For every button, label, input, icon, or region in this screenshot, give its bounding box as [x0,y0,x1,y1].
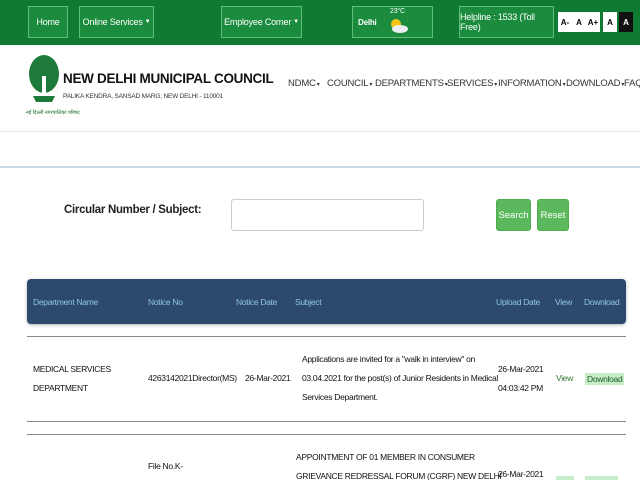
caret-down-icon: ▾ [316,82,320,88]
sun-cloud-icon [391,19,408,33]
upload-date-cell: 26-Mar-2021 [498,469,544,479]
organization-address: PALIKA KENDRA, SANSAD MARG, NEW DELHI - … [63,93,223,100]
home-button[interactable]: Home [28,6,68,38]
department-cell: MEDICAL SERVICES DEPARTMENT [33,360,111,398]
caret-down-icon: ▾ [369,82,373,88]
nav-item-faq[interactable]: FAQ [624,78,640,89]
nav-label: INFORMATION [498,78,562,89]
chevron-down-icon: ▼ [144,19,151,25]
column-header-upload-date[interactable]: Upload Date [496,297,540,307]
department-line: DEPARTMENT [33,383,88,393]
font-decrease-button[interactable]: A- [558,12,572,32]
download-button[interactable]: Download [585,373,625,385]
notice-date-cell: 26-Mar-2021 [245,373,291,383]
download-button-partial[interactable] [585,476,618,480]
nav-label: DOWNLOAD [566,78,621,89]
column-header-subject[interactable]: Subject [295,297,322,307]
nav-item-council[interactable]: COUNCIL▾ [327,78,372,89]
notice-no-cell: File No.K- [148,461,183,471]
reset-button[interactable]: Reset [537,199,569,231]
subject-cell: APPOINTMENT OF 01 MEMBER IN CONSUMER GRI… [296,448,502,480]
nav-item-services[interactable]: SERVICES▾ [447,78,497,89]
caret-down-icon: ▾ [494,82,498,88]
online-services-label: Online Services [82,17,143,27]
weather-temp: 23°C [390,8,405,15]
subject-line: APPOINTMENT OF 01 MEMBER IN CONSUMER [296,452,475,462]
row-divider [27,336,626,337]
view-button-partial[interactable] [556,476,574,480]
search-button[interactable]: Search [496,199,531,231]
upload-time-line: 04:03:42 PM [498,383,543,393]
view-link[interactable]: View [556,369,573,388]
online-services-button[interactable]: Online Services ▼ [79,6,154,38]
department-line: MEDICAL SERVICES [33,364,111,374]
contrast-light-button[interactable]: A [603,12,617,32]
caret-down-icon: ▾ [562,82,566,88]
nav-label: FAQ [624,78,640,89]
logo-subtext: नई दिल्ली नगरपालिका परिषद [26,110,80,116]
column-header-notice-no[interactable]: Notice No [148,297,183,307]
column-header-view[interactable]: View [555,297,572,307]
ndmc-logo-icon[interactable] [28,54,60,106]
row-divider [27,434,626,435]
weather-city: Delhi [358,17,377,27]
employee-corner-label: Employee Corner [224,17,292,27]
column-header-department[interactable]: Department Name [33,297,98,307]
weather-widget: Delhi 23°C [352,6,433,38]
font-normal-button[interactable]: A [572,12,586,32]
nav-item-departments[interactable]: DEPARTMENTS▾ [375,78,448,89]
organization-name[interactable]: NEW DELHI MUNICIPAL COUNCIL [63,71,274,86]
nav-label: SERVICES [447,78,494,89]
helpline-button[interactable]: Helpline : 1533 (Toll Free) [459,6,554,38]
font-increase-button[interactable]: A+ [586,12,600,32]
column-header-download[interactable]: Download [584,297,620,307]
subject-line: Services Department. [302,392,378,402]
circular-search-input[interactable] [231,199,424,231]
row-divider [27,421,626,422]
subject-line: Applications are invited for a "walk in … [302,354,475,364]
subject-cell: Applications are invited for a "walk in … [302,350,498,407]
notice-no-cell: 4263142021Director(MS) [148,373,237,383]
nav-label: COUNCIL [327,78,369,89]
nav-item-information[interactable]: INFORMATION▾ [498,78,566,89]
table-header: Department Name Notice No Notice Date Su… [27,279,626,324]
site-header: नई दिल्ली नगरपालिका परिषद NEW DELHI MUNI… [0,45,640,132]
top-bar: Home Online Services ▼ Employee Corner ▼… [0,0,640,45]
nav-label: NDMC [288,78,316,89]
search-label: Circular Number / Subject: [64,204,202,216]
nav-label: DEPARTMENTS [375,78,444,89]
nav-item-ndmc[interactable]: NDMC▾ [288,78,320,89]
subject-line: 03.04.2021 for the post(s) of Junior Res… [302,373,498,383]
employee-corner-button[interactable]: Employee Corner ▼ [221,6,302,38]
column-header-notice-date[interactable]: Notice Date [236,297,277,307]
subject-line: GRIEVANCE REDRESSAL FORUM (CGRF) NEW DEL… [296,471,502,480]
nav-item-download[interactable]: DOWNLOAD▾ [566,78,624,89]
upload-date-line: 26-Mar-2021 [498,364,544,374]
contrast-dark-button[interactable]: A [619,12,633,32]
upload-date-cell: 26-Mar-2021 04:03:42 PM [498,360,544,398]
section-divider [0,166,640,168]
chevron-down-icon: ▼ [293,19,299,25]
